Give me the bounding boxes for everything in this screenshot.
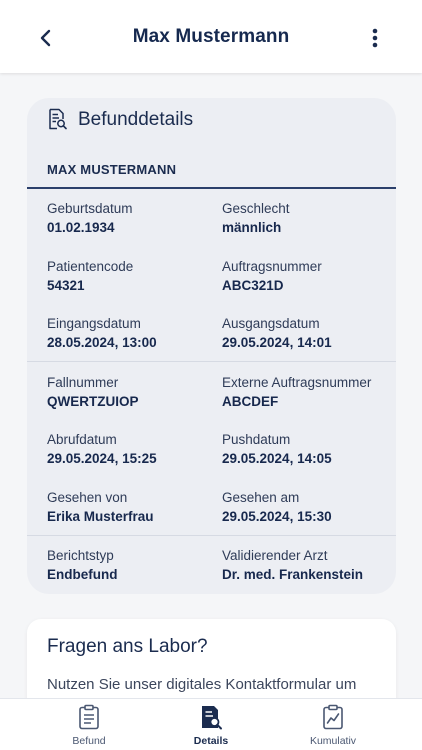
- field-case-number: Fallnummer QWERTZUIOP: [47, 374, 139, 410]
- field-value: 01.02.1934: [47, 220, 115, 235]
- field-value: 28.05.2024, 13:00: [47, 335, 157, 350]
- field-patient-code: Patientencode 54321: [47, 258, 133, 294]
- field-received-date: Eingangsdatum 28.05.2024, 13:00: [47, 315, 157, 351]
- page-title: Max Mustermann: [132, 26, 290, 47]
- bottom-navigation: Befund Details Kumulativ: [0, 698, 422, 750]
- field-gender: Geschlecht männlich: [222, 200, 290, 236]
- field-label: Geburtsdatum: [47, 201, 133, 216]
- app-header: Max Mustermann: [0, 0, 422, 73]
- more-options-button[interactable]: [360, 24, 390, 52]
- field-value: Endbefund: [47, 567, 118, 582]
- field-value: 29.05.2024, 15:30: [222, 509, 332, 524]
- clipboard-icon: [79, 704, 99, 730]
- section-divider: [27, 361, 396, 362]
- field-value: 29.05.2024, 14:05: [222, 451, 332, 466]
- field-order-number: Auftragsnummer ABC321D: [222, 258, 322, 294]
- field-value: 54321: [47, 278, 85, 293]
- section-divider: [27, 535, 396, 536]
- field-label: Gesehen von: [47, 490, 128, 505]
- field-label: Auftragsnummer: [222, 259, 322, 274]
- section-divider: [27, 187, 396, 189]
- field-value: Erika Musterfrau: [47, 509, 154, 524]
- card-header: Befunddetails: [27, 98, 396, 142]
- field-seen-at: Gesehen am 29.05.2024, 15:30: [222, 489, 332, 525]
- field-external-order: Externe Auftragsnummer ABCDEF: [222, 374, 371, 410]
- document-search-icon: [49, 108, 67, 130]
- patient-name: MAX MUSTERMANN: [47, 162, 177, 177]
- field-value: ABC321D: [222, 278, 284, 293]
- field-birth-date: Geburtsdatum 01.02.1934: [47, 200, 133, 236]
- field-label: Fallnummer: [47, 375, 119, 390]
- nav-label: Befund: [72, 735, 106, 747]
- more-vertical-icon: [372, 28, 378, 48]
- nav-label: Details: [193, 735, 229, 747]
- field-label: Gesehen am: [222, 490, 300, 505]
- nav-item-befund[interactable]: Befund: [29, 699, 149, 750]
- field-label: Geschlecht: [222, 201, 290, 216]
- document-search-icon: [202, 706, 222, 730]
- field-value: QWERTZUIOP: [47, 394, 139, 409]
- nav-item-details[interactable]: Details: [151, 699, 271, 750]
- field-push-date: Pushdatum 29.05.2024, 14:05: [222, 431, 332, 467]
- field-seen-by: Gesehen von Erika Musterfrau: [47, 489, 154, 525]
- field-label: Abrufdatum: [47, 432, 117, 447]
- field-output-date: Ausgangsdatum 29.05.2024, 14:01: [222, 315, 332, 351]
- field-label: Validierender Arzt: [222, 548, 328, 563]
- field-value: 29.05.2024, 15:25: [47, 451, 157, 466]
- nav-label: Kumulativ: [309, 735, 357, 747]
- field-label: Berichtstyp: [47, 548, 114, 563]
- lab-contact-text: Nutzen Sie unser digitales Kontaktformul…: [47, 676, 357, 693]
- card-title: Befunddetails: [78, 109, 194, 130]
- field-retrieval-date: Abrufdatum 29.05.2024, 15:25: [47, 431, 157, 467]
- field-value: männlich: [222, 220, 282, 235]
- field-report-type: Berichtstyp Endbefund: [47, 547, 118, 583]
- field-label: Pushdatum: [222, 432, 291, 447]
- field-label: Eingangsdatum: [47, 316, 141, 331]
- field-label: Patientencode: [47, 259, 134, 274]
- nav-item-kumulativ[interactable]: Kumulativ: [273, 699, 393, 750]
- field-value: Dr. med. Frankenstein: [222, 567, 364, 582]
- befunddetails-card: Befunddetails MAX MUSTERMANN Geburtsdatu…: [27, 98, 396, 594]
- field-value: ABCDEF: [222, 394, 279, 409]
- field-validating-doctor: Validierender Arzt Dr. med. Frankenstein: [222, 547, 363, 583]
- clipboard-chart-icon: [323, 704, 343, 730]
- field-label: Externe Auftragsnummer: [222, 375, 372, 390]
- field-value: 29.05.2024, 14:01: [222, 335, 332, 350]
- field-label: Ausgangsdatum: [222, 316, 320, 331]
- lab-contact-title: Fragen ans Labor?: [47, 636, 208, 657]
